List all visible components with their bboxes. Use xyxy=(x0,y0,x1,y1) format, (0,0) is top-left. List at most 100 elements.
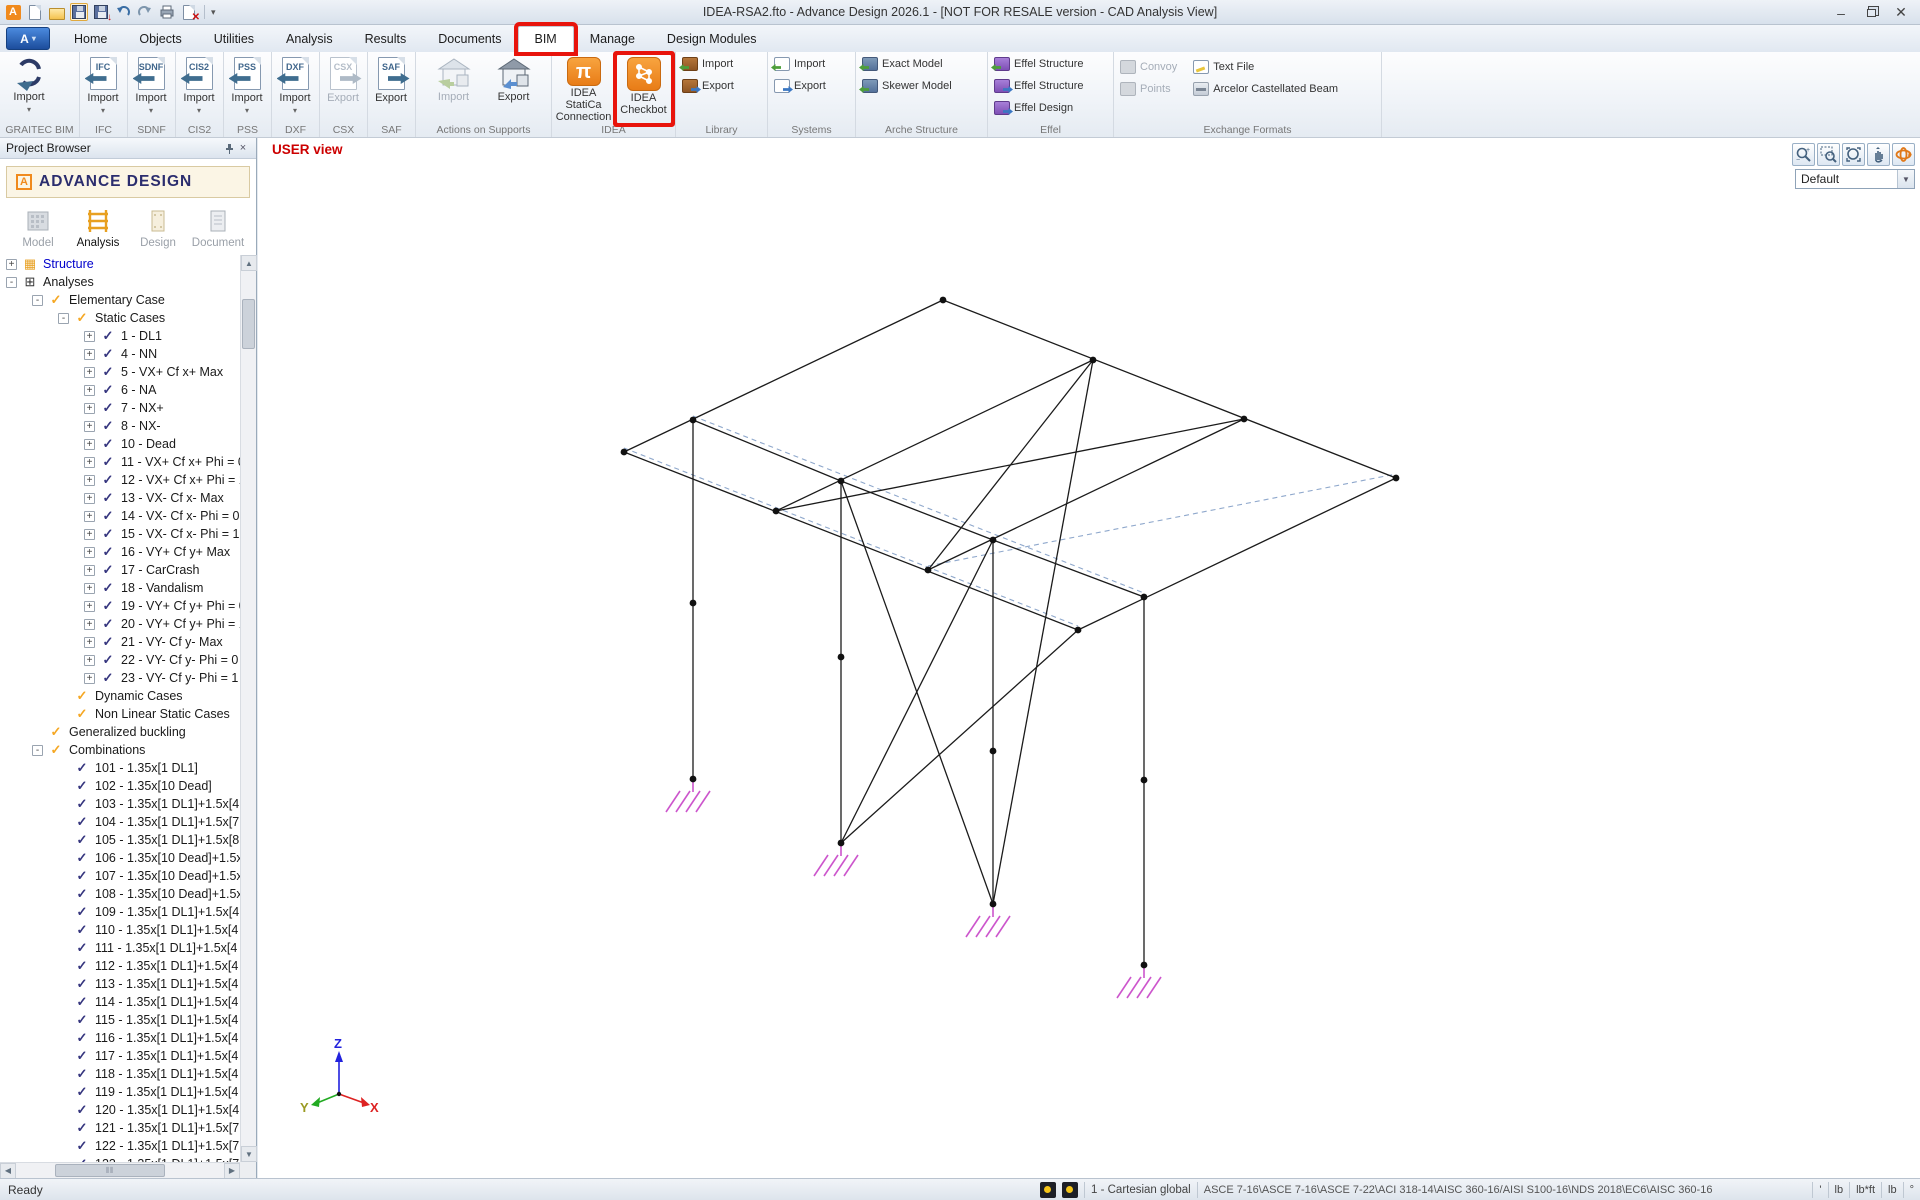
close-file-button[interactable]: ✕ xyxy=(180,3,198,21)
library-export-button[interactable]: Export xyxy=(679,76,764,96)
expand-icon[interactable]: + xyxy=(84,511,95,522)
structural-member[interactable] xyxy=(776,360,1093,511)
structural-node[interactable] xyxy=(990,901,997,908)
expand-icon[interactable]: + xyxy=(84,457,95,468)
save-all-button[interactable]: ↓ xyxy=(92,3,110,21)
structural-member[interactable] xyxy=(841,481,993,904)
tree-item[interactable]: +✓17 - CarCrash xyxy=(0,561,240,579)
tree-item[interactable]: ✓118 - 1.35x[1 DL1]+1.5x[4 NN] xyxy=(0,1065,240,1083)
tree-item[interactable]: +✓12 - VX+ Cf x+ Phi = 1 xyxy=(0,471,240,489)
structural-node[interactable] xyxy=(838,654,845,661)
structural-node[interactable] xyxy=(1393,475,1400,482)
view-preset-combobox[interactable]: Default ▼ xyxy=(1795,169,1915,189)
close-panel-icon[interactable]: × xyxy=(236,141,250,155)
expand-icon[interactable]: + xyxy=(84,619,95,630)
structural-node[interactable] xyxy=(1241,416,1248,423)
tab-documents[interactable]: Documents xyxy=(422,27,517,52)
graitec-bim-import-button[interactable]: Import▾ xyxy=(3,55,55,123)
expand-icon[interactable]: + xyxy=(84,403,95,414)
tree-item[interactable]: ✓Non Linear Static Cases xyxy=(0,705,240,723)
expand-icon[interactable]: + xyxy=(84,655,95,666)
tree-item[interactable]: ✓112 - 1.35x[1 DL1]+1.5x[4 NN] xyxy=(0,957,240,975)
scroll-up-button[interactable]: ▲ xyxy=(241,255,257,271)
scroll-left-button[interactable]: ◀ xyxy=(0,1163,16,1179)
structural-member[interactable] xyxy=(928,419,1244,570)
actions-export-button[interactable]: Export xyxy=(488,55,540,123)
structural-node[interactable] xyxy=(925,567,932,574)
structural-member[interactable] xyxy=(841,481,993,540)
structural-node[interactable] xyxy=(621,449,628,456)
tree-item[interactable]: ✓120 - 1.35x[1 DL1]+1.5x[4 NN]+ xyxy=(0,1101,240,1119)
tree-item[interactable]: +▦Structure xyxy=(0,255,240,273)
mode-model[interactable]: Model xyxy=(12,208,64,249)
tree-item[interactable]: +✓20 - VY+ Cf y+ Phi = 1 xyxy=(0,615,240,633)
tree-vertical-scrollbar[interactable]: ▲ ▼ xyxy=(240,255,256,1162)
effel-design-button[interactable]: Effel Design xyxy=(991,98,1110,118)
tree-item[interactable]: ✓106 - 1.35x[10 Dead]+1.5x[4 NN xyxy=(0,849,240,867)
tab-utilities[interactable]: Utilities xyxy=(198,27,270,52)
systems-export-button[interactable]: Export xyxy=(771,76,852,96)
tree-item[interactable]: +✓5 - VX+ Cf x+ Max xyxy=(0,363,240,381)
expand-icon[interactable]: + xyxy=(84,475,95,486)
combobox-dropdown-button[interactable]: ▼ xyxy=(1897,170,1914,188)
tree-item[interactable]: +✓16 - VY+ Cf y+ Max xyxy=(0,543,240,561)
tab-bim[interactable]: BIM xyxy=(518,26,574,52)
structural-node[interactable] xyxy=(838,840,845,847)
tree-item[interactable]: ✓121 - 1.35x[1 DL1]+1.5x[7 NX+] xyxy=(0,1119,240,1137)
tree-item[interactable]: +✓10 - Dead xyxy=(0,435,240,453)
library-import-button[interactable]: Import xyxy=(679,54,764,74)
tree-item[interactable]: +✓14 - VX- Cf x- Phi = 0 xyxy=(0,507,240,525)
tree-item[interactable]: +✓13 - VX- Cf x- Max xyxy=(0,489,240,507)
tree-item[interactable]: ✓101 - 1.35x[1 DL1] xyxy=(0,759,240,777)
tree-item[interactable]: ✓108 - 1.35x[10 Dead]+1.5x[8 NX xyxy=(0,885,240,903)
arcelor-castellated-beam-button[interactable]: Arcelor Castellated Beam xyxy=(1190,79,1341,99)
tree-item[interactable]: +✓21 - VY- Cf y- Max xyxy=(0,633,240,651)
orbit-button[interactable] xyxy=(1892,143,1915,166)
expand-icon[interactable]: + xyxy=(6,259,17,270)
pss-import-button[interactable]: PSS Import▾ xyxy=(227,55,267,123)
skewer-model-button[interactable]: Skewer Model xyxy=(859,76,984,96)
tree-item[interactable]: +✓23 - VY- Cf y- Phi = 1 xyxy=(0,669,240,687)
tree-item[interactable]: ✓105 - 1.35x[1 DL1]+1.5x[8 NX-] xyxy=(0,831,240,849)
tree-item[interactable]: ✓103 - 1.35x[1 DL1]+1.5x[4 NN] xyxy=(0,795,240,813)
open-file-button[interactable] xyxy=(48,3,66,21)
expand-icon[interactable]: + xyxy=(84,349,95,360)
tree-item[interactable]: +✓1 - DL1 xyxy=(0,327,240,345)
tree-item[interactable]: ✓110 - 1.35x[1 DL1]+1.5x[4 NN] xyxy=(0,921,240,939)
expand-icon[interactable]: + xyxy=(84,385,95,396)
expand-icon[interactable]: + xyxy=(84,547,95,558)
new-file-button[interactable] xyxy=(26,3,44,21)
tab-manage[interactable]: Manage xyxy=(574,27,651,52)
coordinate-system-label[interactable]: 1 - Cartesian global xyxy=(1091,1184,1191,1196)
tab-home[interactable]: Home xyxy=(58,27,123,52)
structural-node[interactable] xyxy=(990,748,997,755)
tab-analysis[interactable]: Analysis xyxy=(270,27,349,52)
structural-node[interactable] xyxy=(1141,594,1148,601)
expand-icon[interactable]: + xyxy=(84,439,95,450)
dxf-import-button[interactable]: DXF Import▾ xyxy=(275,55,315,123)
scrollbar-thumb[interactable] xyxy=(242,299,255,349)
tree-item[interactable]: ✓102 - 1.35x[10 Dead] xyxy=(0,777,240,795)
structural-node[interactable] xyxy=(773,508,780,515)
unit-cell[interactable]: ' xyxy=(1812,1182,1827,1198)
structural-node[interactable] xyxy=(690,417,697,424)
workplane-icon[interactable] xyxy=(1062,1182,1078,1198)
structural-node[interactable] xyxy=(838,478,845,485)
sdnf-import-button[interactable]: SDNF Import▾ xyxy=(131,55,171,123)
structure-wireframe[interactable]: Z X Y xyxy=(258,138,1920,1178)
effel-structure-import-button[interactable]: Effel Structure xyxy=(991,54,1110,74)
structural-node[interactable] xyxy=(940,297,947,304)
mode-document[interactable]: Document xyxy=(192,208,244,249)
expand-icon[interactable]: + xyxy=(84,367,95,378)
tree-item[interactable]: +✓7 - NX+ xyxy=(0,399,240,417)
tree-item[interactable]: -⊞Analyses xyxy=(0,273,240,291)
scroll-right-button[interactable]: ▶ xyxy=(224,1163,240,1179)
expand-icon[interactable]: + xyxy=(84,493,95,504)
zoom-extents-button[interactable] xyxy=(1842,143,1865,166)
structural-member[interactable] xyxy=(943,300,1396,478)
tree-item[interactable]: +✓6 - NA xyxy=(0,381,240,399)
structural-node[interactable] xyxy=(1141,962,1148,969)
structural-node[interactable] xyxy=(1141,777,1148,784)
tab-objects[interactable]: Objects xyxy=(123,27,197,52)
restore-button[interactable] xyxy=(1856,0,1886,25)
